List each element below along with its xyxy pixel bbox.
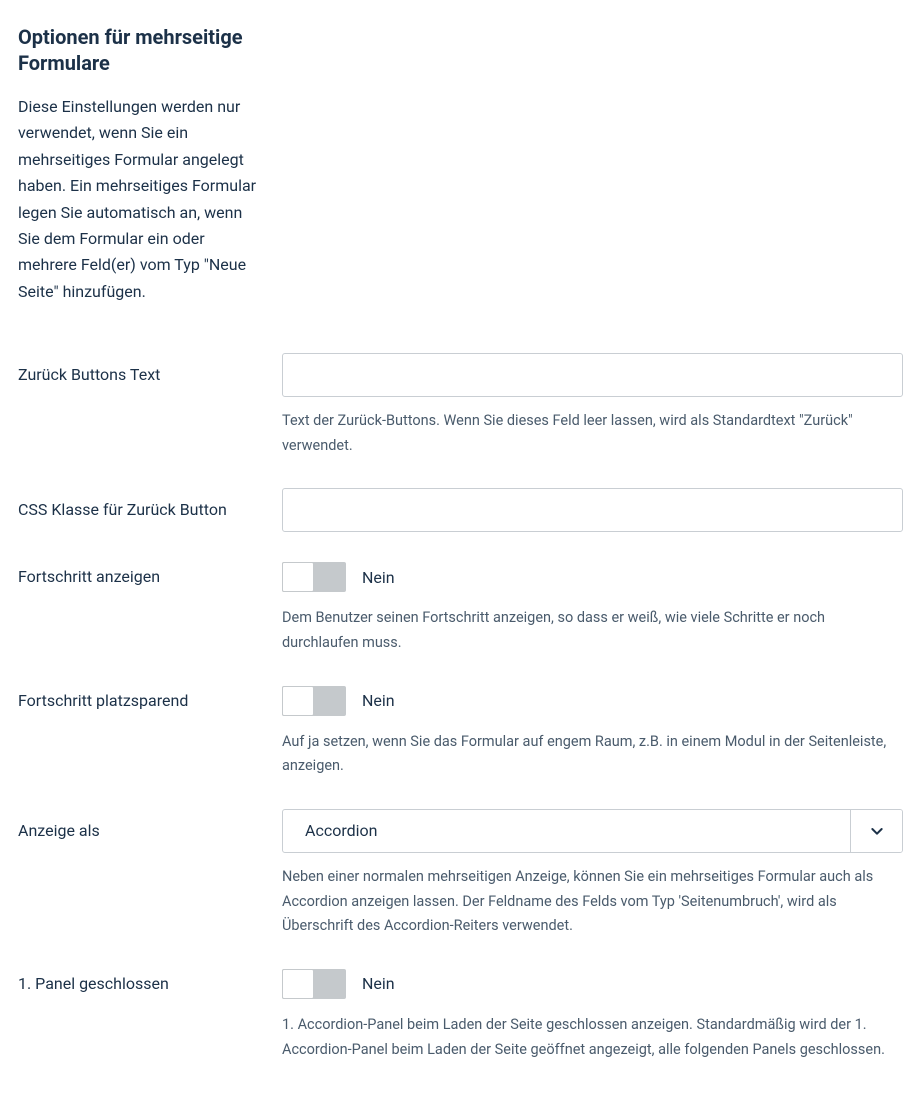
display-as-help: Neben einer normalen mehrseitigen Anzeig…	[282, 865, 903, 939]
display-as-label: Anzeige als	[18, 821, 100, 840]
section-header: Optionen für mehrseitige Formulare Diese…	[18, 24, 266, 305]
back-button-text-label: Zurück Buttons Text	[18, 365, 160, 384]
progress-compact-toggle[interactable]	[282, 686, 346, 716]
chevron-down-icon	[869, 823, 885, 839]
select-chevron-box	[850, 810, 902, 852]
css-class-back-input[interactable]	[282, 488, 903, 532]
section-description: Diese Einstellungen werden nur verwendet…	[18, 94, 266, 305]
field-row-progress-compact: Fortschritt platzsparend Nein Auf ja set…	[18, 686, 903, 779]
toggle-knob	[282, 562, 314, 592]
field-row-show-progress: Fortschritt anzeigen Nein Dem Benutzer s…	[18, 562, 903, 655]
progress-compact-state: Nein	[362, 691, 395, 710]
first-panel-closed-help: 1. Accordion-Panel beim Laden der Seite …	[282, 1013, 903, 1062]
toggle-knob	[282, 969, 314, 999]
css-class-back-label: CSS Klasse für Zurück Button	[18, 500, 227, 519]
show-progress-state: Nein	[362, 568, 395, 587]
toggle-knob	[282, 686, 314, 716]
show-progress-label: Fortschritt anzeigen	[18, 567, 160, 586]
first-panel-closed-toggle[interactable]	[282, 969, 346, 999]
back-button-text-input[interactable]	[282, 353, 903, 397]
back-button-text-help: Text der Zurück-Buttons. Wenn Sie dieses…	[282, 409, 903, 458]
field-row-css-class-back: CSS Klasse für Zurück Button	[18, 488, 903, 532]
section-title: Optionen für mehrseitige Formulare	[18, 24, 266, 76]
show-progress-help: Dem Benutzer seinen Fortschritt anzeigen…	[282, 606, 903, 655]
field-row-display-as: Anzeige als Accordion Neben einer normal…	[18, 809, 903, 939]
display-as-selected-value: Accordion	[283, 821, 850, 840]
first-panel-closed-state: Nein	[362, 974, 395, 993]
show-progress-toggle[interactable]	[282, 562, 346, 592]
progress-compact-help: Auf ja setzen, wenn Sie das Formular auf…	[282, 730, 903, 779]
field-row-back-button-text: Zurück Buttons Text Text der Zurück-Butt…	[18, 353, 903, 458]
multipage-form-options: Optionen für mehrseitige Formulare Diese…	[18, 24, 903, 1062]
progress-compact-label: Fortschritt platzsparend	[18, 691, 188, 710]
display-as-select[interactable]: Accordion	[282, 809, 903, 853]
first-panel-closed-label: 1. Panel geschlossen	[18, 974, 169, 993]
field-row-first-panel-closed: 1. Panel geschlossen Nein 1. Accordion-P…	[18, 969, 903, 1062]
